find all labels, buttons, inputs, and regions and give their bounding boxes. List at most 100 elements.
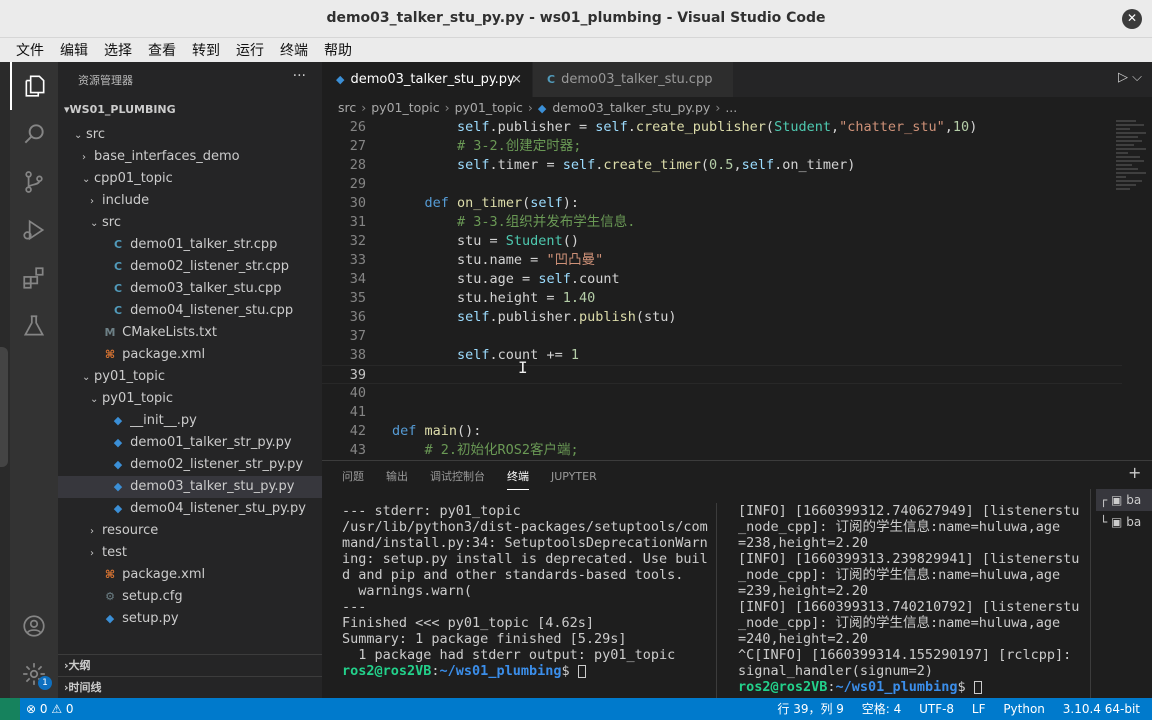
- terminal-icon: ▣: [1111, 493, 1123, 507]
- menu-go[interactable]: 转到: [192, 38, 226, 60]
- panel-tabs: 问题 输出 调试控制台 终端 JUPYTER: [342, 465, 619, 490]
- breadcrumb-item[interactable]: demo03_talker_stu_py.py: [552, 100, 710, 115]
- line-number: 30: [349, 195, 366, 211]
- tree-item[interactable]: ⌄ py01_topic: [58, 366, 322, 388]
- tree-item[interactable]: ⌘ package.xml: [58, 564, 322, 586]
- more-actions-icon[interactable]: ···: [293, 68, 306, 84]
- code-editor[interactable]: 26 self.publisher = self.create_publishe…: [322, 118, 1122, 460]
- terminal-right[interactable]: [INFO] [1660399312.740627949] [listeners…: [738, 503, 1083, 699]
- search-icon[interactable]: [10, 110, 58, 158]
- code-line: 34 stu.age = self.count: [322, 270, 1122, 289]
- tree-item-label: demo02_listener_str_py.py: [130, 457, 304, 472]
- terminal-list-item[interactable]: ┌ ▣ ba: [1096, 489, 1152, 511]
- minimap[interactable]: [1116, 118, 1152, 238]
- tree-item[interactable]: ⌄ src: [58, 124, 322, 146]
- terminal-line: =240,height=2.20: [738, 631, 869, 647]
- outline-section[interactable]: ›大纲: [58, 654, 322, 676]
- terminal-left[interactable]: --- stderr: py01_topic/usr/lib/python3/d…: [342, 503, 712, 699]
- menu-terminal[interactable]: 终端: [280, 38, 314, 60]
- activity-bar: 1: [10, 62, 58, 698]
- close-tab-icon[interactable]: ×: [511, 62, 522, 97]
- breadcrumb-item[interactable]: py01_topic: [371, 100, 439, 115]
- window-title: demo03_talker_stu_py.py - ws01_plumbing …: [326, 10, 826, 26]
- tree-item[interactable]: C demo04_listener_stu.cpp: [58, 300, 322, 322]
- menu-view[interactable]: 查看: [148, 38, 182, 60]
- tab-terminal[interactable]: 终端: [507, 468, 529, 490]
- tab-output[interactable]: 输出: [386, 468, 408, 489]
- code-text: self.publisher.publish(stu): [457, 309, 677, 325]
- tree-item[interactable]: ◆ demo02_listener_str_py.py: [58, 454, 322, 476]
- tree-item[interactable]: › resource: [58, 520, 322, 542]
- terminal-list-item[interactable]: └ ▣ ba: [1096, 511, 1152, 533]
- extensions-icon[interactable]: [10, 254, 58, 302]
- tab-problems[interactable]: 问题: [342, 468, 364, 489]
- tree-item[interactable]: ◆ demo04_listener_stu_py.py: [58, 498, 322, 520]
- terminal-line: Finished <<< py01_topic [4.62s]: [342, 615, 594, 631]
- code-line: 41: [322, 403, 1122, 422]
- account-icon[interactable]: [10, 602, 58, 650]
- tree-item[interactable]: ⌄ src: [58, 212, 322, 234]
- breadcrumb: src › py01_topic › py01_topic › ◆ demo03_talker…: [338, 100, 738, 115]
- tree-item[interactable]: ◆ __init__.py: [58, 410, 322, 432]
- problems-count[interactable]: ⊗ 0 ⚠ 0: [26, 698, 74, 720]
- tab-debug-console[interactable]: 调试控制台: [430, 468, 485, 489]
- py-file-icon: ◆: [113, 502, 123, 515]
- terminal-line: [INFO] [1660399313.239829941] [listeners…: [738, 551, 1080, 567]
- explorer-icon[interactable]: [10, 62, 58, 110]
- tab-demo03-talker-stu-cpp[interactable]: Cdemo03_talker_stu.cpp: [533, 62, 733, 97]
- terminal-line: mand/install.py:34: SetuptoolsDeprecatio…: [342, 535, 708, 551]
- close-icon[interactable]: ✕: [1122, 9, 1142, 29]
- encoding[interactable]: UTF-8: [919, 702, 954, 716]
- breadcrumb-item[interactable]: ...: [725, 100, 737, 115]
- tree-item[interactable]: › test: [58, 542, 322, 564]
- cursor-position[interactable]: 行 39，列 9: [777, 702, 844, 716]
- menu-selection[interactable]: 选择: [104, 38, 138, 60]
- menu-help[interactable]: 帮助: [324, 38, 358, 60]
- workspace-root[interactable]: ▾WS01_PLUMBING: [58, 100, 322, 120]
- line-number: 28: [349, 157, 366, 173]
- chevron-right-icon: ›: [90, 526, 94, 537]
- line-number: 41: [349, 404, 366, 420]
- tree-item[interactable]: ◆ setup.py: [58, 608, 322, 630]
- source-control-icon[interactable]: [10, 158, 58, 206]
- new-terminal-icon[interactable]: +: [1128, 463, 1141, 482]
- settings-gear-icon[interactable]: 1: [10, 650, 58, 698]
- tab-demo03-talker-stu-py[interactable]: ◆ demo03_talker_stu_py.py ×: [322, 62, 532, 97]
- tree-item[interactable]: ◆ demo01_talker_str_py.py: [58, 432, 322, 454]
- code-line: 32 stu = Student(): [322, 232, 1122, 251]
- python-interpreter[interactable]: 3.10.4 64-bit: [1063, 702, 1140, 716]
- run-debug-icon[interactable]: [10, 206, 58, 254]
- indentation[interactable]: 空格: 4: [862, 702, 902, 716]
- timeline-section[interactable]: ›时间线: [58, 676, 322, 698]
- testing-flask-icon[interactable]: [10, 302, 58, 350]
- tab-jupyter[interactable]: JUPYTER: [551, 470, 597, 488]
- terminal-cursor: [577, 664, 586, 678]
- tree-item[interactable]: ⌄ py01_topic: [58, 388, 322, 410]
- line-number: 39: [349, 367, 366, 383]
- tree-item[interactable]: ⌄ cpp01_topic: [58, 168, 322, 190]
- tree-item[interactable]: C demo01_talker_str.cpp: [58, 234, 322, 256]
- tree-item[interactable]: C demo02_listener_str.cpp: [58, 256, 322, 278]
- menu-run[interactable]: 运行: [236, 38, 270, 60]
- language-mode[interactable]: Python: [1003, 702, 1045, 716]
- breadcrumb-item[interactable]: src: [338, 100, 356, 115]
- terminal-prompt: ros2@ros2VB:~/ws01_plumbing$: [342, 663, 712, 679]
- tree-item[interactable]: › base_interfaces_demo: [58, 146, 322, 168]
- breadcrumb-item[interactable]: py01_topic: [455, 100, 523, 115]
- menu-file[interactable]: 文件: [16, 38, 50, 60]
- menu-edit[interactable]: 编辑: [60, 38, 94, 60]
- tree-item[interactable]: ◆ demo03_talker_stu_py.py: [58, 476, 322, 498]
- tree-item[interactable]: C demo03_talker_stu.cpp: [58, 278, 322, 300]
- run-file-icon[interactable]: ▷ ⌵: [1118, 70, 1142, 85]
- tree-item[interactable]: ⚙ setup.cfg: [58, 586, 322, 608]
- terminal-split-divider[interactable]: [716, 503, 717, 699]
- remote-indicator[interactable]: [0, 698, 20, 720]
- line-number: 33: [349, 252, 366, 268]
- cfg-file-icon: ⚙: [105, 590, 115, 603]
- tree-item[interactable]: › include: [58, 190, 322, 212]
- tree-item[interactable]: ⌘ package.xml: [58, 344, 322, 366]
- line-ending[interactable]: LF: [972, 702, 986, 716]
- code-text: stu.name = "凹凸曼": [392, 252, 604, 268]
- terminal-icon: ▣: [1111, 515, 1123, 529]
- tree-item[interactable]: M CMakeLists.txt: [58, 322, 322, 344]
